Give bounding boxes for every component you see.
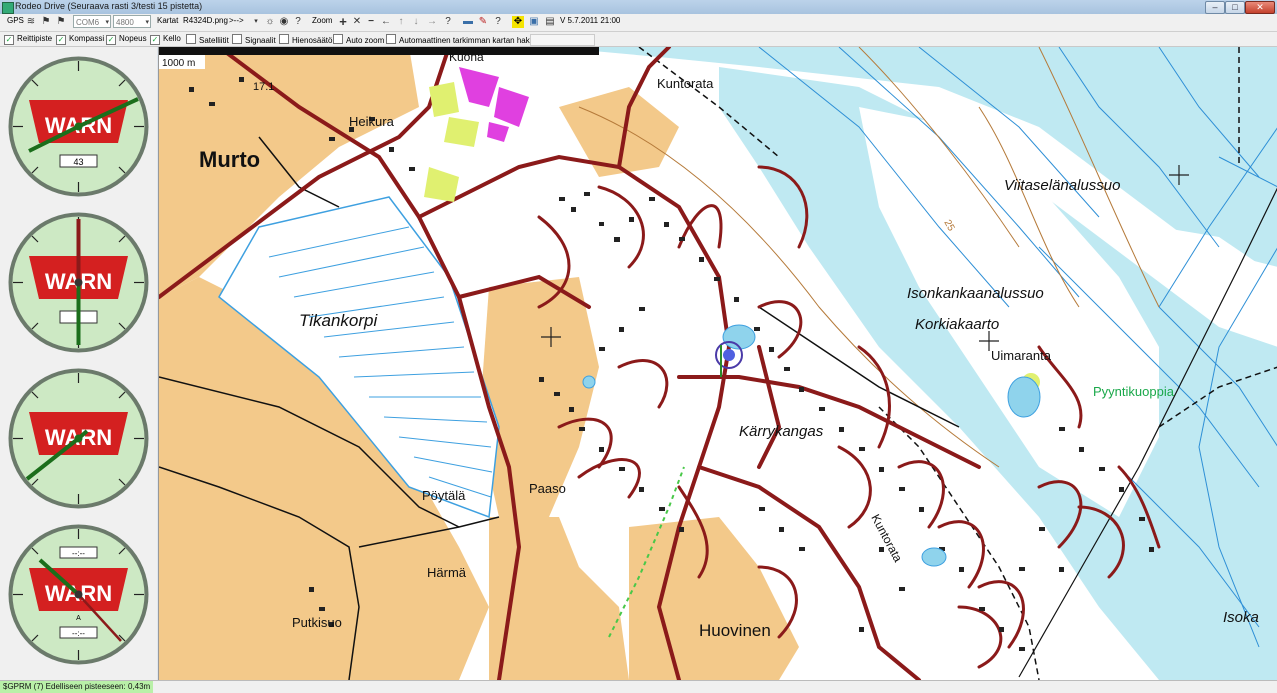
place-harma: Härmä (427, 565, 467, 580)
option-satelliitit[interactable]: Satelliitit (186, 34, 229, 45)
option-nopeus[interactable]: ✓ Nopeus (106, 34, 147, 45)
scale-bar (159, 47, 599, 55)
image-icon[interactable]: ▣ (528, 16, 540, 28)
compass-gauge: WARN 43 (8, 56, 149, 197)
map-view[interactable]: 1000 m Murto Heikura Kuona 17.1 Kuntorat… (158, 47, 1277, 680)
checkbox-icon[interactable] (333, 34, 343, 44)
version-label: V 5.7.2011 21:00 (560, 16, 621, 25)
place-heikura: Heikura (349, 114, 395, 129)
sun-icon[interactable]: ☼ (264, 16, 276, 28)
place-putkisuo: Putkisuo (292, 615, 342, 630)
scale-label: 1000 m (162, 58, 195, 69)
option-reittipiste[interactable]: ✓ Reittipiste (4, 34, 52, 45)
close-button[interactable]: ✕ (1245, 1, 1275, 14)
place-poytala: Pöytälä (422, 488, 466, 503)
next-map-button[interactable]: >--> (229, 16, 244, 25)
pan-right-icon[interactable]: → (426, 16, 438, 28)
minimize-button[interactable]: – (1205, 1, 1225, 14)
place-paaso: Paaso (529, 481, 566, 496)
clock-mark: A (76, 615, 81, 622)
gps-status-text: $GPRM (7) Edelliseen pisteeseen: 0,43m (0, 681, 154, 693)
maximize-button[interactable]: □ (1225, 1, 1245, 14)
place-karrykangas: Kärrykangas (739, 423, 824, 440)
dropdown-icon[interactable]: ▾ (250, 16, 262, 28)
place-korkiakaarto: Korkiakaarto (915, 316, 999, 333)
pen-icon[interactable]: ✎ (477, 16, 489, 28)
checkbox-icon[interactable]: ✓ (106, 35, 116, 45)
help-icon[interactable]: ? (292, 16, 304, 28)
help-icon-2[interactable]: ? (442, 16, 454, 28)
options-bar: ✓ Reittipiste ✓ Kompassi ✓ Nopeus ✓ Kello Sa… (0, 32, 1277, 47)
place-uimaranta: Uimaranta (991, 348, 1052, 363)
title-bar: Rodeo Drive (Seuraava rasti 3/testi 15 p… (0, 0, 1277, 15)
pan-down-icon[interactable]: ↓ (410, 16, 422, 28)
spot-height: 17.1 (253, 81, 274, 93)
help-icon-3[interactable]: ? (492, 16, 504, 28)
clock-gauge: WARN --:-- --:-- A (8, 524, 149, 665)
checkbox-icon[interactable] (186, 34, 196, 44)
option-kompassi[interactable]: ✓ Kompassi (56, 34, 104, 45)
heading-gauge: WARN (8, 212, 149, 353)
place-tikankorpi: Tikankorpi (299, 311, 378, 330)
checkbox-icon[interactable]: ✓ (56, 35, 66, 45)
place-pyyntikuoppia: Pyyntikuoppia (1093, 384, 1175, 399)
gps-label: GPS (7, 16, 24, 25)
map-file-label[interactable]: R4324D.png (183, 16, 228, 25)
pan-up-icon[interactable]: ↑ (395, 16, 407, 28)
app-icon (2, 2, 14, 14)
option-hienosaato[interactable]: Hienosäätö (279, 34, 332, 45)
signal-icon[interactable]: ⚑ (40, 16, 52, 28)
main-toolbar: GPS ≋ ⚑ ⚑ COM6 ▾ 4800 ▾ Kartat R4324D.png … (0, 14, 1277, 32)
port-select[interactable]: COM6 ▾ (73, 15, 111, 28)
place-huovinen: Huovinen (699, 621, 771, 640)
checkbox-icon[interactable] (232, 34, 242, 44)
checkbox-icon[interactable] (279, 34, 289, 44)
zoom-reset-icon[interactable]: ✕ (351, 16, 363, 28)
map-icon[interactable]: ▬ (462, 16, 474, 28)
satellite-icon[interactable]: ≋ (25, 16, 37, 28)
zoom-out-icon[interactable]: − (365, 16, 377, 28)
place-isonkankaanalussuo: Isonkankaanalussuo (907, 285, 1044, 302)
window-title: Rodeo Drive (Seuraava rasti 3/testi 15 p… (15, 1, 203, 11)
target-icon[interactable]: ◉ (278, 16, 290, 28)
option-kello[interactable]: ✓ Kello (150, 34, 181, 45)
checkbox-icon[interactable]: ✓ (4, 35, 14, 45)
option-auto-map[interactable]: Automaattinen tarkimman kartan haku (386, 34, 534, 45)
document-icon[interactable]: ▤ (544, 16, 556, 28)
speed-gauge: WARN (8, 368, 149, 509)
baud-select[interactable]: 4800 ▾ (113, 15, 151, 28)
clock-upper-readout: --:-- (72, 549, 85, 558)
place-murto: Murto (199, 147, 260, 172)
option-signaalit[interactable]: Signaalit (232, 34, 276, 45)
instrument-panel: WARN 43 WARN WARN (0, 47, 157, 680)
maps-label: Kartat (157, 16, 179, 25)
place-viitaselanalussuo: Viitaselänalussuo (1004, 177, 1120, 194)
place-kuona: Kuona (449, 50, 484, 64)
checkbox-icon[interactable]: ✓ (150, 35, 160, 45)
antenna-icon[interactable]: ⚑ (55, 16, 67, 28)
speed-readout: 43 (73, 157, 83, 167)
clock-lower-readout: --:-- (72, 629, 85, 638)
option-auto-zoom[interactable]: Auto zoom (333, 34, 384, 45)
zoom-in-icon[interactable]: + (337, 15, 349, 28)
checkbox-icon[interactable] (386, 34, 396, 44)
zoom-label: Zoom (312, 16, 333, 25)
map-canvas[interactable]: 1000 m Murto Heikura Kuona 17.1 Kuntorat… (159, 47, 1277, 680)
status-bar: $GPRM (7) Edelliseen pisteeseen: 0,43m (0, 680, 1277, 693)
search-field[interactable] (530, 34, 595, 46)
move-icon[interactable]: ✥ (512, 16, 524, 28)
place-isoka: Isoka (1223, 609, 1259, 626)
pan-left-icon[interactable]: ← (380, 16, 392, 28)
place-kuntorata-north: Kuntorata (657, 76, 714, 91)
